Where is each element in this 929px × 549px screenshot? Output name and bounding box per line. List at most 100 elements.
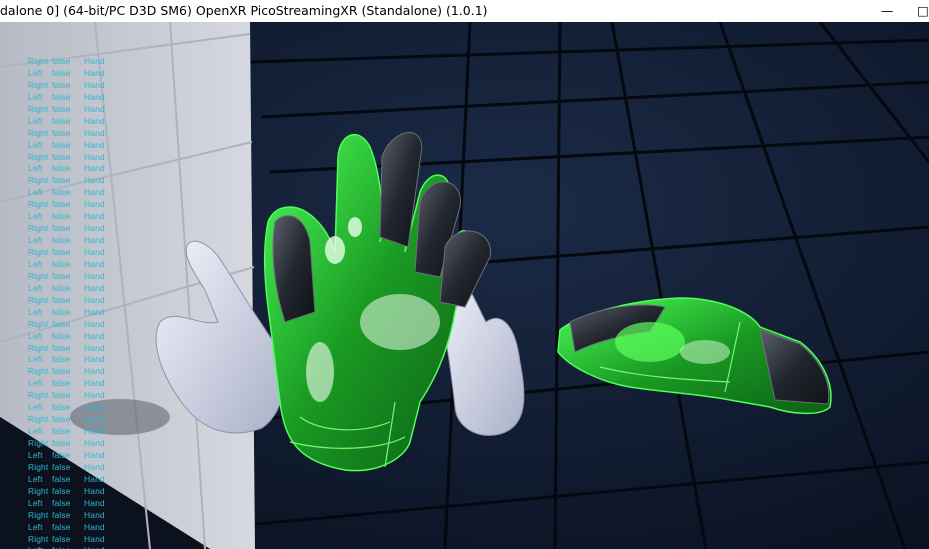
- debug-log-hand-side: Right: [28, 461, 49, 472]
- debug-log-state: false: [52, 342, 71, 353]
- debug-log-label: Hand: [84, 402, 105, 413]
- debug-log-label: Hand: [84, 163, 105, 174]
- debug-log-state: false: [52, 127, 71, 138]
- debug-log-label: Hand: [84, 354, 105, 365]
- debug-log-hand-side: Right: [28, 533, 49, 544]
- debug-log-state: false: [52, 366, 71, 377]
- debug-log-state: false: [52, 151, 71, 162]
- debug-log-state: false: [52, 461, 71, 472]
- debug-log-line: Left false Hand: [28, 68, 148, 80]
- debug-log-hand-side: Left: [28, 306, 43, 317]
- debug-log-line: Left false Hand: [28, 307, 148, 319]
- debug-log-label: Hand: [84, 79, 105, 90]
- debug-log-line: Right false Hand: [28, 343, 148, 355]
- debug-log-line: Right false Hand: [28, 128, 148, 140]
- debug-log-state: false: [52, 509, 71, 520]
- debug-log-hand-side: Right: [28, 247, 49, 257]
- debug-log-line: Right false Hand: [28, 223, 148, 235]
- debug-log-hand-side: Right: [28, 56, 49, 66]
- debug-log-label: Hand: [84, 91, 105, 102]
- debug-log-label: Hand: [84, 330, 105, 341]
- debug-log-state: false: [52, 330, 71, 341]
- debug-log-hand-side: Left: [28, 139, 43, 150]
- debug-log-hand-side: Left: [28, 426, 43, 437]
- debug-log-state: false: [52, 211, 71, 222]
- debug-log-state: false: [52, 235, 71, 246]
- debug-log-line: Left false Hand: [28, 402, 148, 414]
- debug-log-state: false: [52, 247, 71, 257]
- debug-log-line: Right false Hand: [28, 319, 148, 331]
- debug-log-label: Hand: [84, 533, 105, 544]
- debug-log-hand-side: Left: [28, 67, 43, 78]
- debug-log-state: false: [52, 163, 71, 174]
- debug-log-hand-side: Left: [28, 211, 43, 222]
- debug-log-line: Right false Hand: [28, 247, 148, 259]
- debug-log-line: Left false Hand: [28, 522, 148, 534]
- debug-log-state: false: [52, 449, 71, 460]
- debug-log-label: Hand: [84, 366, 105, 377]
- debug-log-label: Hand: [84, 318, 105, 329]
- debug-log-line: Right false Hand: [28, 510, 148, 522]
- debug-log-hand-side: Right: [28, 127, 49, 138]
- debug-log-hand-side: Left: [28, 187, 43, 198]
- debug-log-hand-side: Left: [28, 235, 43, 246]
- debug-log-hand-side: Left: [28, 473, 43, 484]
- debug-log-hand-side: Right: [28, 223, 49, 234]
- debug-log-hand-side: Left: [28, 115, 43, 126]
- debug-log-state: false: [52, 497, 71, 508]
- debug-log-label: Hand: [84, 342, 105, 353]
- debug-log-line: Right false Hand: [28, 438, 148, 450]
- debug-log-state: false: [52, 91, 71, 102]
- debug-log-state: false: [52, 521, 71, 532]
- maximize-button[interactable]: □: [917, 0, 929, 22]
- debug-log-hand-side: Left: [28, 521, 43, 532]
- debug-log-hand-side: Left: [28, 497, 43, 508]
- debug-log-state: false: [52, 402, 71, 413]
- debug-log-line: Right false Hand: [28, 271, 148, 283]
- debug-log-state: false: [52, 103, 71, 114]
- debug-log-hand-side: Left: [28, 330, 43, 341]
- debug-log-line: Left false Hand: [28, 92, 148, 104]
- debug-log-label: Hand: [84, 151, 105, 162]
- debug-log-state: false: [52, 390, 71, 401]
- debug-log-line: Left false Hand: [28, 450, 148, 462]
- debug-log-state: false: [52, 139, 71, 150]
- xr-viewport[interactable]: Right false Hand Left false Hand Right false Han…: [0, 22, 929, 549]
- debug-log-state: false: [52, 473, 71, 484]
- debug-log-label: Hand: [84, 175, 105, 186]
- debug-log-label: Hand: [84, 139, 105, 150]
- debug-log-hand-side: Left: [28, 91, 43, 102]
- debug-log-hand-side: Right: [28, 390, 49, 401]
- debug-log-hand-side: Right: [28, 175, 49, 186]
- debug-log-line: Right false Hand: [28, 152, 148, 164]
- debug-log-line: Right false Hand: [28, 462, 148, 474]
- debug-log-state: false: [52, 438, 71, 448]
- debug-log-hand-side: Right: [28, 103, 49, 114]
- debug-log-state: false: [52, 318, 71, 329]
- debug-log-hand-side: Right: [28, 485, 49, 496]
- debug-log-label: Hand: [84, 414, 105, 425]
- debug-log-line: Left false Hand: [28, 259, 148, 271]
- debug-log-state: false: [52, 175, 71, 186]
- debug-log-line: Left false Hand: [28, 426, 148, 438]
- debug-log-hand-side: Left: [28, 354, 43, 365]
- minimize-button[interactable]: —: [876, 0, 898, 22]
- debug-log-state: false: [52, 199, 71, 210]
- debug-log-line: Left false Hand: [28, 378, 148, 390]
- debug-log-hand-side: Right: [28, 366, 49, 377]
- debug-log-label: Hand: [84, 438, 105, 448]
- debug-log-label: Hand: [84, 247, 105, 257]
- debug-log-state: false: [52, 79, 71, 90]
- debug-log-label: Hand: [84, 509, 105, 520]
- debug-log-label: Hand: [84, 306, 105, 317]
- debug-log-hand-side: Right: [28, 270, 49, 281]
- debug-log-hand-side: Right: [28, 318, 49, 329]
- debug-log-label: Hand: [84, 521, 105, 532]
- debug-log-line: Right false Hand: [28, 534, 148, 546]
- debug-log-state: false: [52, 282, 71, 293]
- debug-log-state: false: [52, 187, 71, 198]
- debug-log-line: Right false Hand: [28, 295, 148, 307]
- debug-log-state: false: [52, 115, 71, 126]
- debug-log-label: Hand: [84, 461, 105, 472]
- debug-log-line: Right false Hand: [28, 199, 148, 211]
